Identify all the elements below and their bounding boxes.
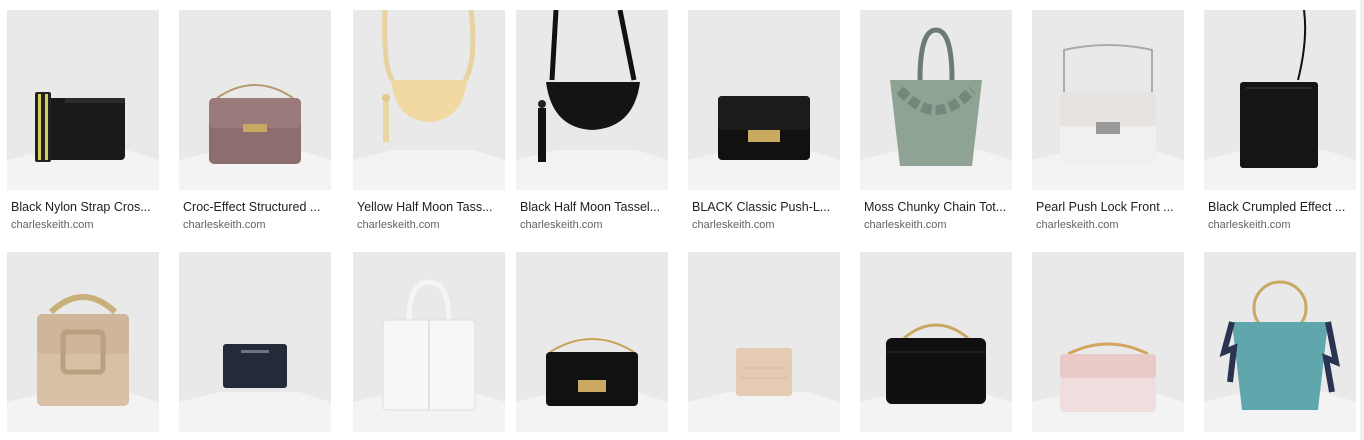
moss-chain-tote-icon	[860, 27, 1012, 190]
scrollbar[interactable]	[1360, 0, 1364, 440]
result-thumbnail[interactable]	[1204, 10, 1356, 190]
result-thumbnail[interactable]	[353, 252, 505, 432]
image-result-card[interactable]	[179, 252, 331, 440]
image-result-card[interactable]: Black Half Moon Tassel... charleskeith.co…	[516, 10, 668, 242]
result-source: charleskeith.com	[692, 219, 775, 231]
result-thumbnail[interactable]	[353, 10, 505, 190]
result-thumbnail[interactable]	[179, 10, 331, 190]
result-thumbnail[interactable]	[516, 252, 668, 432]
result-source: charleskeith.com	[357, 219, 440, 231]
pink-chain-bag-icon	[1032, 342, 1184, 432]
pearl-push-lock-bag-icon	[1032, 44, 1184, 190]
result-title[interactable]: Pearl Push Lock Front ...	[1036, 199, 1180, 215]
teal-bucket-bag-icon	[1204, 280, 1356, 432]
beige-top-handle-bag-icon	[7, 294, 159, 432]
image-result-card[interactable]: BLACK Classic Push-L... charleskeith.com	[688, 10, 840, 242]
result-title[interactable]: BLACK Classic Push-L...	[692, 199, 836, 215]
beige-card-holder-icon	[688, 348, 840, 432]
image-result-card[interactable]: Pearl Push Lock Front ... charleskeith.co…	[1032, 10, 1184, 242]
result-source: charleskeith.com	[864, 219, 947, 231]
result-title[interactable]: Black Crumpled Effect ...	[1208, 199, 1352, 215]
yellow-half-moon-bag-icon	[353, 10, 505, 190]
image-result-card[interactable]: Yellow Half Moon Tass... charleskeith.com	[353, 10, 505, 242]
black-crumpled-bag-icon	[1204, 10, 1356, 190]
black-push-lock-bag-icon	[688, 96, 840, 190]
image-result-card[interactable]	[1204, 252, 1356, 440]
result-thumbnail[interactable]	[860, 10, 1012, 190]
result-source: charleskeith.com	[520, 219, 603, 231]
result-source: charleskeith.com	[1036, 219, 1119, 231]
result-title[interactable]: Croc-Effect Structured ...	[183, 199, 327, 215]
black-half-moon-bag-icon	[516, 10, 668, 190]
result-thumbnail[interactable]	[7, 252, 159, 432]
result-thumbnail[interactable]	[860, 252, 1012, 432]
image-result-card[interactable]	[688, 252, 840, 440]
image-result-card[interactable]	[7, 252, 159, 440]
image-result-card[interactable]: Black Crumpled Effect ... charleskeith.co…	[1204, 10, 1356, 242]
result-title[interactable]: Moss Chunky Chain Tot...	[864, 199, 1008, 215]
result-thumbnail[interactable]	[1204, 252, 1356, 432]
image-result-card[interactable]	[1032, 252, 1184, 440]
white-tote-icon	[353, 279, 505, 432]
result-thumbnail[interactable]	[688, 10, 840, 190]
image-result-card[interactable]: Black Nylon Strap Cros... charleskeith.co…	[7, 10, 159, 242]
black-crossbody-bag-strap-icon	[7, 92, 159, 190]
result-thumbnail[interactable]	[688, 252, 840, 432]
image-result-card[interactable]: Moss Chunky Chain Tot... charleskeith.com	[860, 10, 1012, 242]
result-source: charleskeith.com	[183, 219, 266, 231]
image-result-card[interactable]: Croc-Effect Structured ... charleskeith.c…	[179, 10, 331, 242]
result-source: charleskeith.com	[11, 219, 94, 231]
image-result-card[interactable]	[860, 252, 1012, 440]
black-chain-shoulder-bag-icon	[860, 323, 1012, 432]
result-thumbnail[interactable]	[179, 252, 331, 432]
result-title[interactable]: Yellow Half Moon Tass...	[357, 199, 501, 215]
result-thumbnail[interactable]	[7, 10, 159, 190]
navy-card-wallet-icon	[179, 344, 331, 432]
result-thumbnail[interactable]	[1032, 10, 1184, 190]
image-result-card[interactable]	[516, 252, 668, 440]
result-title[interactable]: Black Nylon Strap Cros...	[11, 199, 155, 215]
result-title[interactable]: Black Half Moon Tassel...	[520, 199, 664, 215]
result-thumbnail[interactable]	[1032, 252, 1184, 432]
image-result-card[interactable]	[353, 252, 505, 440]
black-croc-chain-bag-icon	[516, 338, 668, 432]
mauve-croc-chain-bag-icon	[179, 84, 331, 190]
result-thumbnail[interactable]	[516, 10, 668, 190]
result-source: charleskeith.com	[1208, 219, 1291, 231]
